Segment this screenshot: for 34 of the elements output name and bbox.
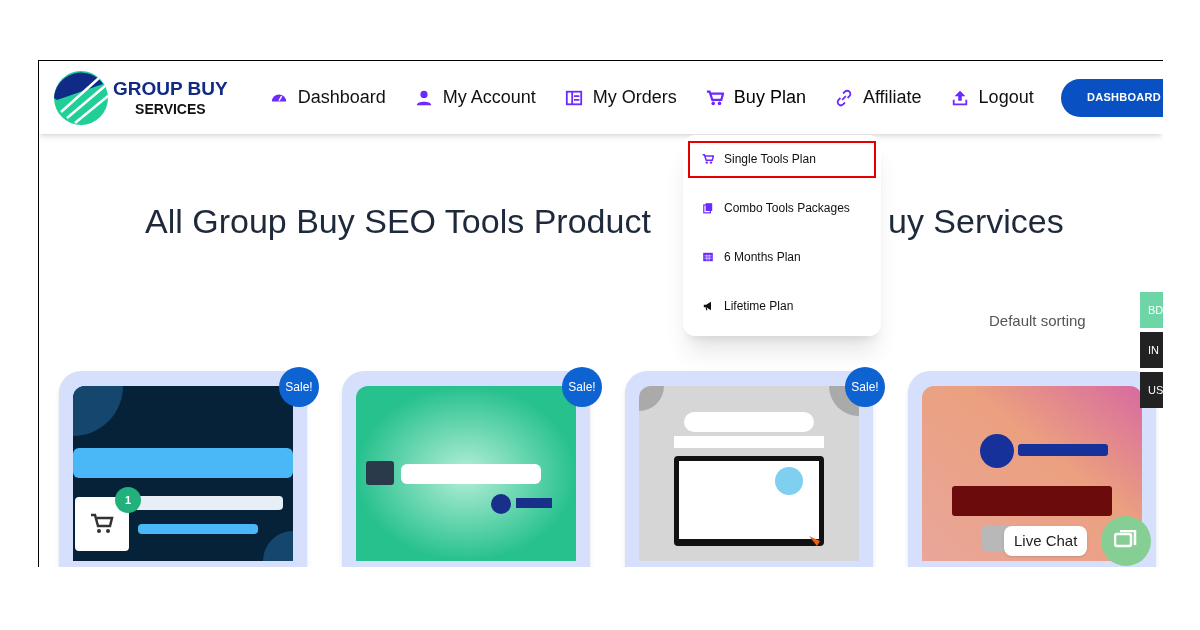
menu-item[interactable]: Combo Tools Packages	[688, 189, 876, 227]
list-icon	[564, 88, 583, 107]
currency-button[interactable]: IN	[1140, 332, 1163, 368]
nav-link[interactable]: Logout	[950, 84, 1034, 111]
dashboard-button[interactable]: DASHBOARD	[1061, 78, 1163, 117]
nav-link[interactable]: Affiliate	[834, 84, 922, 111]
copy-icon	[702, 202, 714, 215]
currency-button[interactable]: US	[1140, 372, 1163, 408]
megaphone-icon	[702, 299, 714, 312]
calendar-icon	[702, 250, 714, 263]
sorting-dropdown[interactable]: Default sorting	[989, 310, 1086, 333]
menu-item[interactable]: 6 Months Plan	[688, 238, 876, 276]
upload-icon	[950, 88, 969, 107]
cart-widget[interactable]	[75, 497, 129, 551]
nav-link[interactable]: My Account	[414, 84, 536, 111]
sale-badge: Sale!	[279, 366, 319, 407]
sale-badge: Sale!	[845, 366, 885, 407]
menu-item[interactable]: Lifetime Plan	[688, 287, 876, 324]
nav-link[interactable]: My Orders	[564, 84, 677, 111]
sale-badge: Sale!	[562, 366, 602, 407]
nav-link[interactable]: Dashboard	[269, 84, 386, 111]
logo-text: SERVICES	[135, 102, 206, 116]
nav-link[interactable]: Buy Plan	[705, 84, 806, 111]
logo-text: GROUP BUY	[113, 79, 228, 98]
cart-icon	[705, 88, 724, 107]
menu-item[interactable]: Single Tools Plan	[688, 141, 876, 178]
logo-icon	[53, 69, 109, 126]
link-icon	[834, 88, 853, 107]
page-heading: All Group Buy SEO Tools Product	[145, 200, 652, 242]
user-icon	[414, 88, 433, 107]
cart-icon	[90, 513, 114, 535]
page-heading: uy Services	[888, 200, 1064, 242]
cart-icon	[702, 153, 714, 166]
live-chat-label[interactable]: Live Chat	[1004, 526, 1088, 556]
